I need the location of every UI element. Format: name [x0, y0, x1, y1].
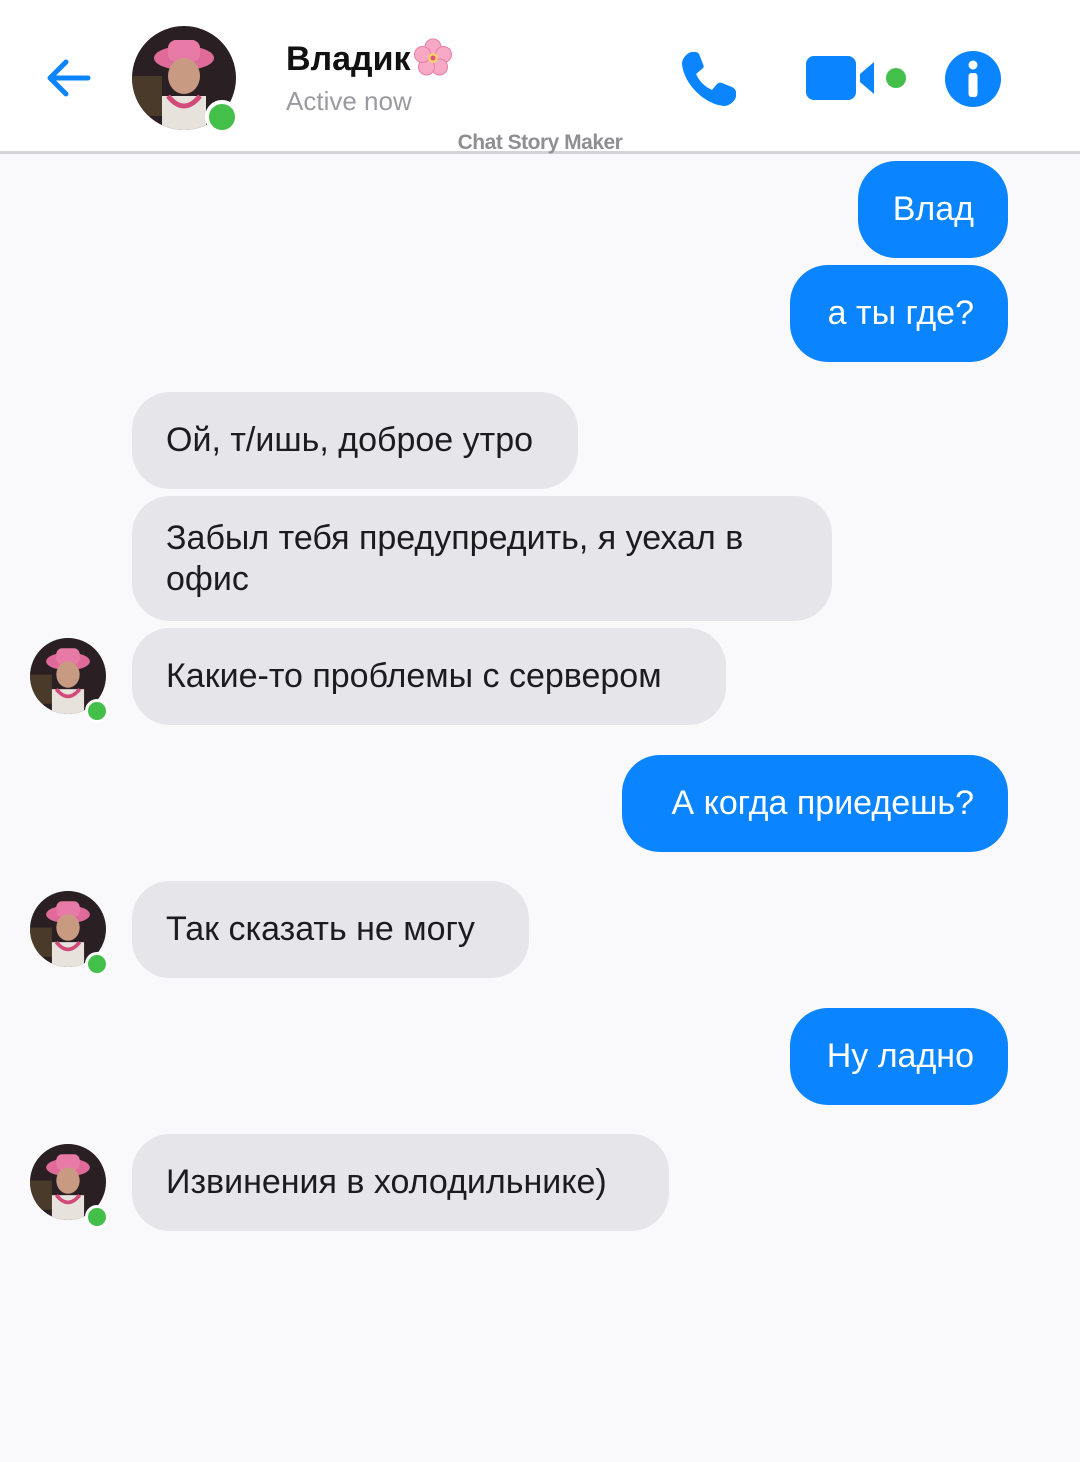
call-button[interactable] — [678, 48, 740, 110]
message-outgoing[interactable]: а ты где? — [790, 265, 1008, 362]
message-outgoing[interactable]: Влад — [858, 161, 1008, 258]
message-incoming[interactable]: Забыл тебя предупредить, я уехал в офис — [132, 496, 832, 621]
info-button[interactable] — [944, 50, 1002, 108]
message-incoming[interactable]: Так сказать не могу — [132, 881, 529, 978]
message-text: Ну ладно — [826, 1037, 974, 1075]
contact-name: Владик — [286, 38, 453, 79]
back-button[interactable] — [40, 50, 96, 106]
online-indicator — [85, 699, 109, 723]
message-text: Так сказать не могу — [166, 910, 475, 948]
message-text: А когда приедешь? — [671, 784, 974, 822]
video-camera-icon — [806, 56, 906, 100]
message-incoming[interactable]: Ой, т/ишь, доброе утро — [132, 392, 578, 489]
message-text: Влад — [892, 190, 974, 228]
info-icon — [945, 51, 1001, 107]
message-incoming[interactable]: Извинения в холодильнике) — [132, 1134, 669, 1231]
message-outgoing[interactable]: А когда приедешь? — [622, 755, 1008, 852]
online-indicator — [205, 100, 239, 134]
message-outgoing[interactable]: Ну ладно — [790, 1008, 1008, 1105]
online-indicator — [85, 952, 109, 976]
message-text: а ты где? — [827, 294, 974, 332]
online-indicator — [85, 1205, 109, 1229]
video-call-button[interactable] — [804, 50, 910, 106]
message-text: Извинения в холодильнике) — [166, 1163, 607, 1201]
arrow-left-icon — [47, 59, 91, 97]
message-text: Ой, т/ишь, доброе утро — [166, 421, 534, 459]
cherry-blossom-icon — [413, 38, 452, 76]
watermark: Chat Story Maker — [457, 131, 623, 154]
contact-status: Active now — [286, 86, 412, 116]
message-text: Забыл тебя предупредить, я уехал в офис — [166, 518, 744, 598]
phone-icon — [682, 52, 736, 106]
message-incoming[interactable]: Какие-то проблемы с сервером — [132, 628, 726, 725]
message-text: Какие-то проблемы с сервером — [166, 657, 662, 695]
